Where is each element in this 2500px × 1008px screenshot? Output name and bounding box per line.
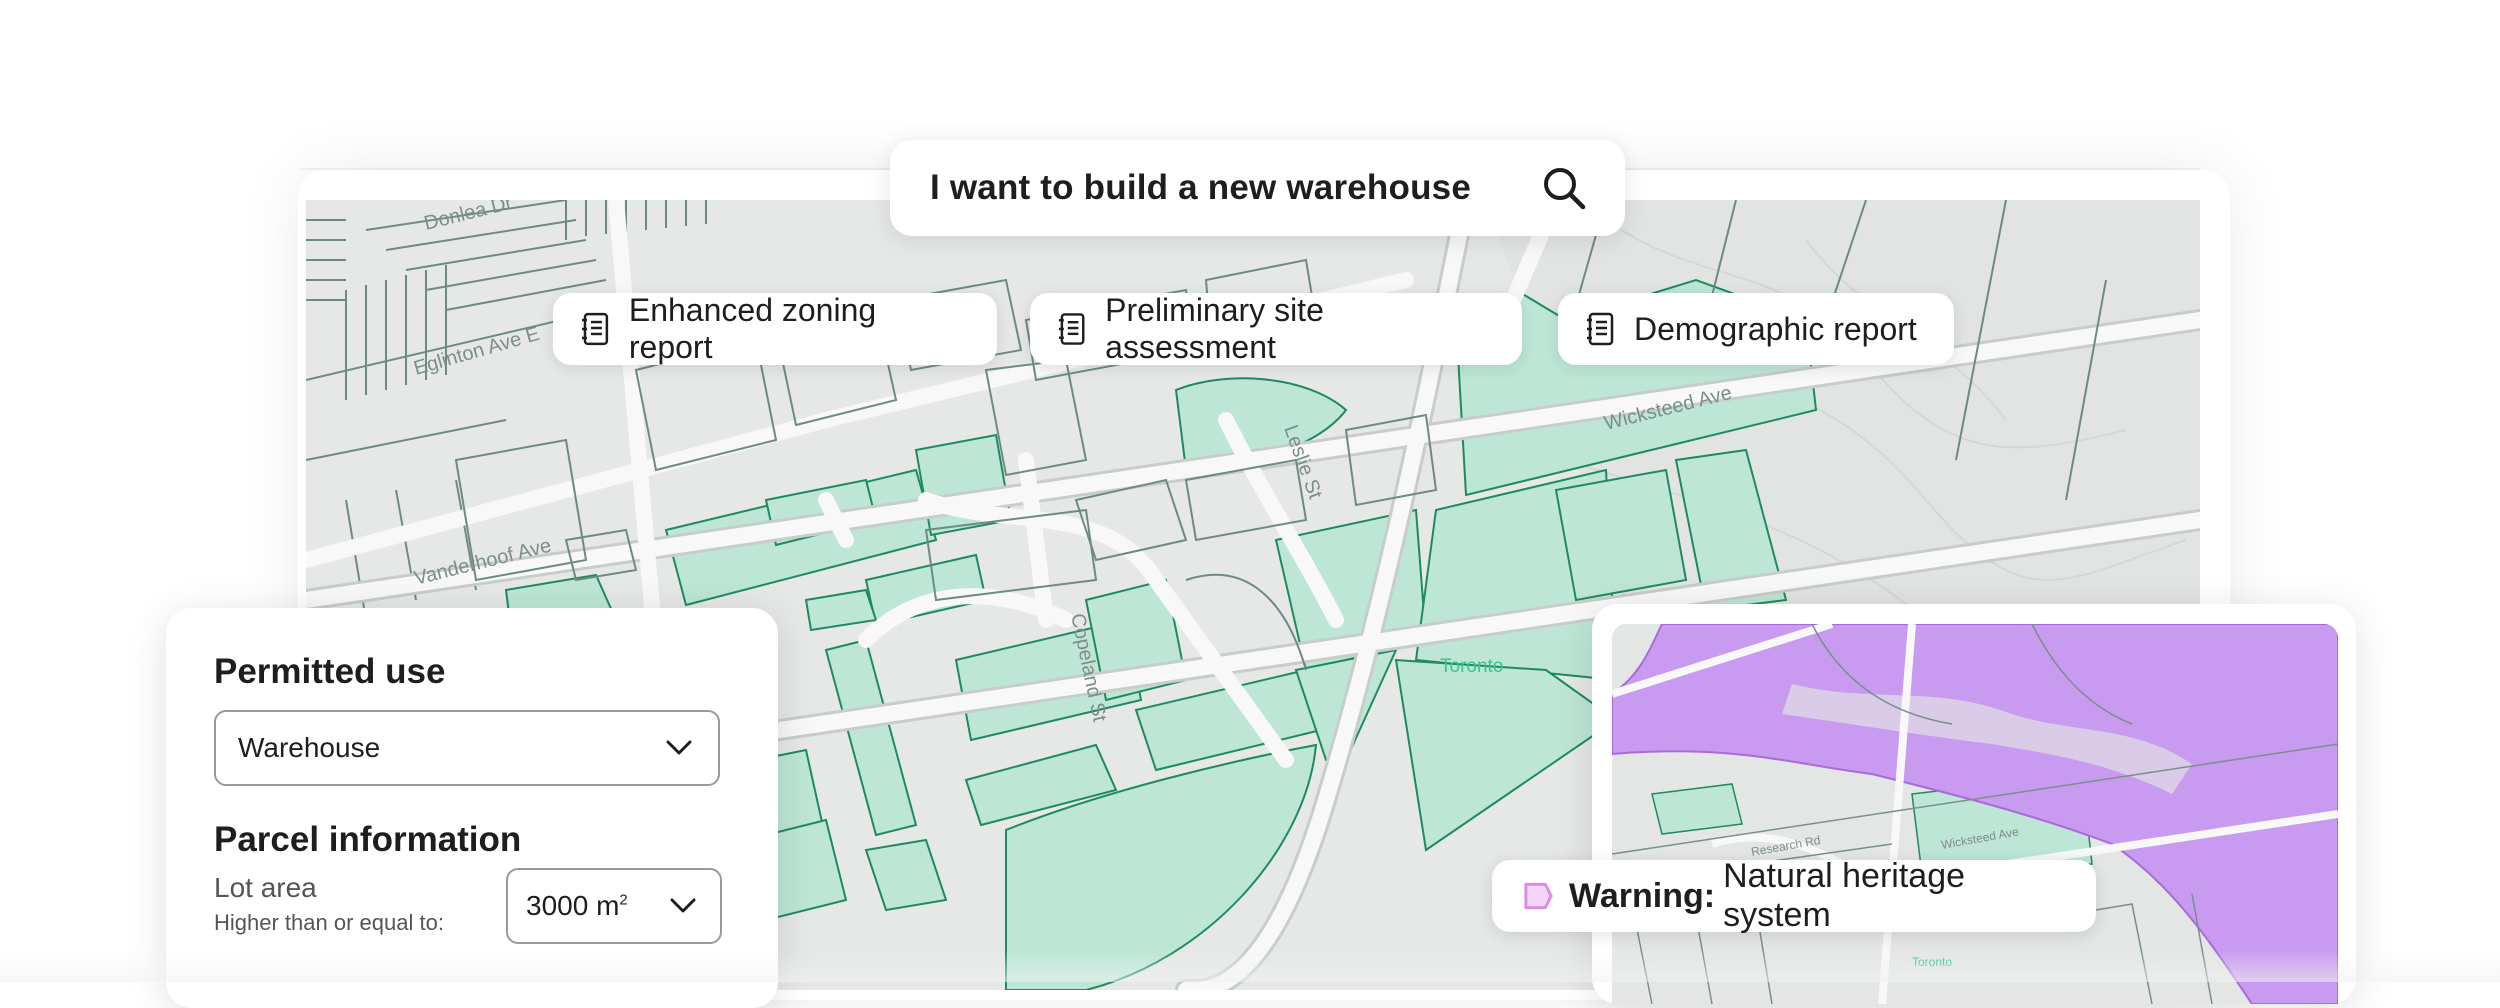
lot-area-select[interactable]: 3000 m2 xyxy=(506,868,722,944)
report-chip-demographic[interactable]: Demographic report xyxy=(1558,293,1954,365)
warning-label: Warning: xyxy=(1569,876,1716,915)
lot-area-value: 3000 m2 xyxy=(526,890,628,921)
permitted-use-heading: Permitted use xyxy=(214,652,446,691)
chevron-down-icon xyxy=(670,898,696,913)
warning-text: Natural heritage system xyxy=(1723,857,1966,934)
svg-text:Toronto: Toronto xyxy=(1912,955,1952,969)
report-chip-label: Demographic report xyxy=(1634,310,1917,347)
report-chip-label: Enhanced zoning report xyxy=(628,292,877,365)
search-input[interactable]: I want to build a new warehouse xyxy=(930,168,1541,208)
svg-text:Toronto: Toronto xyxy=(1440,656,1503,677)
lot-area-condition: Higher than or equal to: xyxy=(214,910,444,935)
document-icon xyxy=(1058,313,1085,345)
search-icon[interactable] xyxy=(1541,165,1587,211)
lot-area-label: Lot area xyxy=(214,872,317,903)
document-icon xyxy=(581,312,609,346)
flag-icon xyxy=(1524,882,1553,910)
filter-panel: Permitted use Warehouse Parcel informati… xyxy=(166,608,778,1008)
permitted-use-value: Warehouse xyxy=(238,732,381,763)
search-bar[interactable]: I want to build a new warehouse xyxy=(890,140,1625,236)
heritage-map-panel: Research Rd Wicksteed Ave Toronto xyxy=(1592,604,2356,1004)
report-chip-enhanced-zoning[interactable]: Enhanced zoning report xyxy=(553,292,997,365)
permitted-use-select[interactable]: Warehouse xyxy=(214,710,720,786)
report-chip-label: Preliminary site assessment xyxy=(1105,292,1324,365)
heritage-mini-map[interactable]: Research Rd Wicksteed Ave Toronto xyxy=(1612,624,2338,1004)
document-icon xyxy=(1587,312,1614,346)
report-chip-preliminary-site[interactable]: Preliminary site assessment xyxy=(1030,292,1522,365)
parcel-information-heading: Parcel information xyxy=(214,820,522,859)
chevron-down-icon xyxy=(666,740,692,755)
warning-badge[interactable]: Warning: Natural heritage system xyxy=(1492,857,2096,934)
